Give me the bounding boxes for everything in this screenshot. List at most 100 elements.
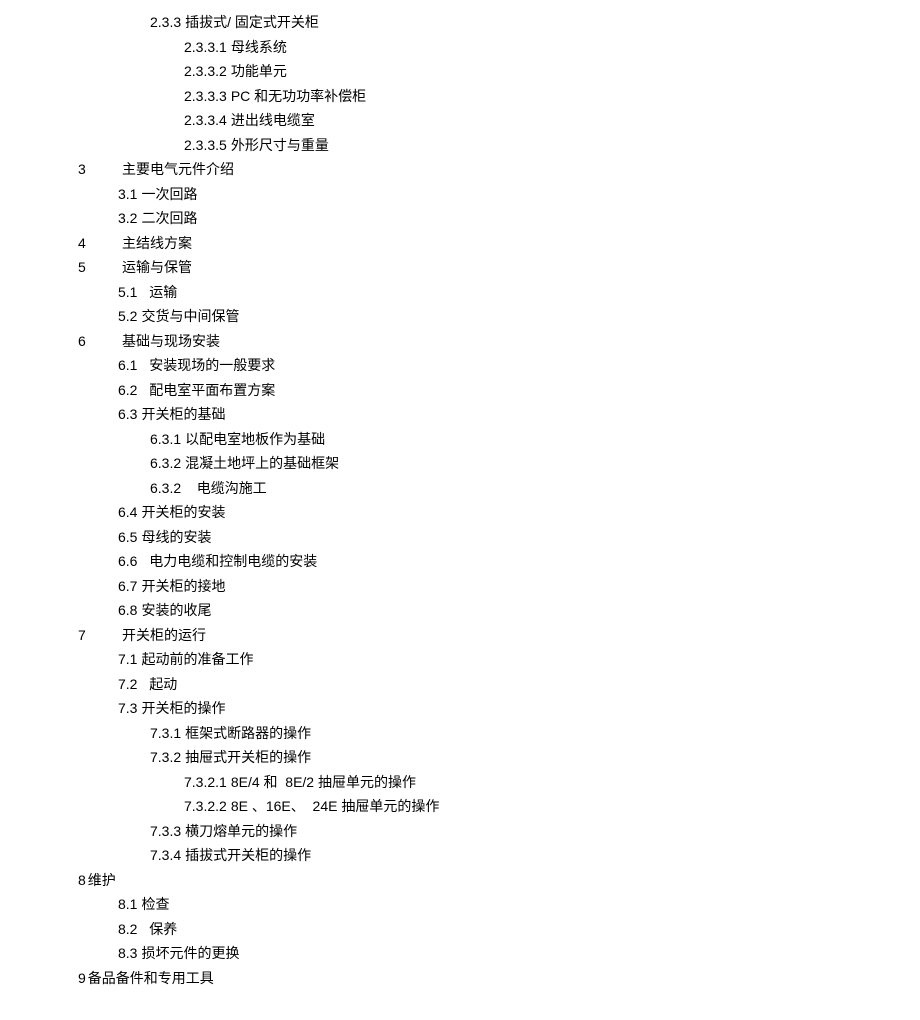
toc-number: 7.3 [118, 696, 137, 721]
toc-entry: 6基础与现场安装 [0, 329, 920, 354]
toc-title: 开关柜的接地 [141, 578, 225, 594]
toc-title: 起动前的准备工作 [141, 651, 253, 667]
toc-number: 7.3.2 [150, 745, 181, 770]
toc-number: 6.3.2 [150, 476, 181, 501]
toc-entry: 2.3.3.4进出线电缆室 [0, 108, 920, 133]
toc-entry: 6.3.1以配电室地板作为基础 [0, 427, 920, 452]
toc-entry: 8维护 [0, 868, 920, 893]
toc-number: 8.3 [118, 941, 137, 966]
toc-number: 7.3.2.2 [184, 794, 227, 819]
toc-entry: 2.3.3.1母线系统 [0, 35, 920, 60]
toc-number: 2.3.3.5 [184, 133, 227, 158]
toc-entry: 5.1 运输 [0, 280, 920, 305]
toc-entry: 2.3.3.2功能单元 [0, 59, 920, 84]
toc-title: 安装的收尾 [141, 602, 211, 618]
toc-number: 2.3.3.2 [184, 59, 227, 84]
toc-number: 6.3.1 [150, 427, 181, 452]
toc-number: 7.3.2.1 [184, 770, 227, 795]
toc-title: 运输 [141, 284, 177, 300]
toc-title: 混凝土地坪上的基础框架 [185, 455, 339, 471]
toc-title: 开关柜的操作 [141, 700, 225, 716]
toc-entry: 7.3.1框架式断路器的操作 [0, 721, 920, 746]
toc-entry: 8.1检查 [0, 892, 920, 917]
toc-entry: 6.6 电力电缆和控制电缆的安装 [0, 549, 920, 574]
toc-title: 抽屉式开关柜的操作 [185, 749, 311, 765]
toc-entry: 7.3.4插拔式开关柜的操作 [0, 843, 920, 868]
toc-title: 8E/4 和 8E/2 抽屉单元的操作 [231, 774, 416, 790]
toc-number: 6.6 [118, 549, 137, 574]
toc-title: 电力电缆和控制电缆的安装 [141, 553, 317, 569]
toc-title: 母线的安装 [141, 529, 211, 545]
toc-number: 6.4 [118, 500, 137, 525]
toc-number: 8.1 [118, 892, 137, 917]
toc-number: 6.2 [118, 378, 137, 403]
toc-title: 起动 [141, 676, 177, 692]
toc-title: 运输与保管 [122, 259, 192, 275]
toc-number: 2.3.3.4 [184, 108, 227, 133]
toc-number: 2.3.3.3 [184, 84, 227, 109]
toc-entry: 6.8安装的收尾 [0, 598, 920, 623]
toc-title: 维护 [88, 872, 116, 888]
toc-number: 6.5 [118, 525, 137, 550]
toc-number: 6.7 [118, 574, 137, 599]
toc-number: 5 [78, 255, 106, 280]
toc-entry: 7开关柜的运行 [0, 623, 920, 648]
toc-title: 备品备件和专用工具 [88, 970, 214, 986]
toc-entry: 8.2 保养 [0, 917, 920, 942]
toc-number: 7.3.4 [150, 843, 181, 868]
toc-entry: 6.1 安装现场的一般要求 [0, 353, 920, 378]
toc-title: 配电室平面布置方案 [141, 382, 275, 398]
toc-title: 框架式断路器的操作 [185, 725, 311, 741]
toc-number: 3.2 [118, 206, 137, 231]
toc-title: 进出线电缆室 [231, 112, 315, 128]
toc-entry: 6.4开关柜的安装 [0, 500, 920, 525]
toc-entry: 7.3.2抽屉式开关柜的操作 [0, 745, 920, 770]
toc-entry: 8.3损坏元件的更换 [0, 941, 920, 966]
toc-title: 电缆沟施工 [185, 480, 267, 496]
toc-number: 2.3.3.1 [184, 35, 227, 60]
toc-title: 母线系统 [231, 39, 287, 55]
toc-number: 9 [78, 966, 86, 991]
toc-title: PC 和无功功率补偿柜 [231, 88, 366, 104]
toc-number: 7.1 [118, 647, 137, 672]
toc-number: 5.1 [118, 280, 137, 305]
toc-title: 插拔式开关柜的操作 [185, 847, 311, 863]
toc-number: 8.2 [118, 917, 137, 942]
toc-entry: 3.2二次回路 [0, 206, 920, 231]
toc-number: 3 [78, 157, 106, 182]
toc-number: 4 [78, 231, 106, 256]
toc-entry: 7.3.2.18E/4 和 8E/2 抽屉单元的操作 [0, 770, 920, 795]
toc-title: 一次回路 [141, 186, 197, 202]
toc-entry: 6.3开关柜的基础 [0, 402, 920, 427]
toc-number: 5.2 [118, 304, 137, 329]
toc-entry: 2.3.3插拔式/ 固定式开关柜 [0, 10, 920, 35]
toc-entry: 7.3开关柜的操作 [0, 696, 920, 721]
toc-title: 8E 、16E、 24E 抽屉单元的操作 [231, 798, 440, 814]
toc-entry: 6.2 配电室平面布置方案 [0, 378, 920, 403]
toc-number: 7 [78, 623, 106, 648]
toc-title: 交货与中间保管 [141, 308, 239, 324]
toc-title: 开关柜的安装 [141, 504, 225, 520]
toc-title: 功能单元 [231, 63, 287, 79]
toc-entry: 6.3.2混凝土地坪上的基础框架 [0, 451, 920, 476]
toc-title: 横刀熔单元的操作 [185, 823, 297, 839]
toc-title: 安装现场的一般要求 [141, 357, 275, 373]
toc-entry: 9备品备件和专用工具 [0, 966, 920, 991]
toc-number: 2.3.3 [150, 10, 181, 35]
toc-title: 基础与现场安装 [122, 333, 220, 349]
toc-entry: 7.2 起动 [0, 672, 920, 697]
toc-title: 二次回路 [141, 210, 197, 226]
toc-entry: 7.1起动前的准备工作 [0, 647, 920, 672]
toc-number: 6.1 [118, 353, 137, 378]
toc-entry: 4主结线方案 [0, 231, 920, 256]
toc-number: 7.3.3 [150, 819, 181, 844]
toc-number: 3.1 [118, 182, 137, 207]
toc-number: 7.2 [118, 672, 137, 697]
toc-entry: 7.3.3横刀熔单元的操作 [0, 819, 920, 844]
table-of-contents: 2.3.3插拔式/ 固定式开关柜2.3.3.1母线系统2.3.3.2功能单元2.… [0, 10, 920, 990]
toc-entry: 3主要电气元件介绍 [0, 157, 920, 182]
toc-entry: 5 运输与保管 [0, 255, 920, 280]
toc-entry: 3.1一次回路 [0, 182, 920, 207]
toc-entry: 2.3.3.5外形尺寸与重量 [0, 133, 920, 158]
toc-number: 8 [78, 868, 86, 893]
